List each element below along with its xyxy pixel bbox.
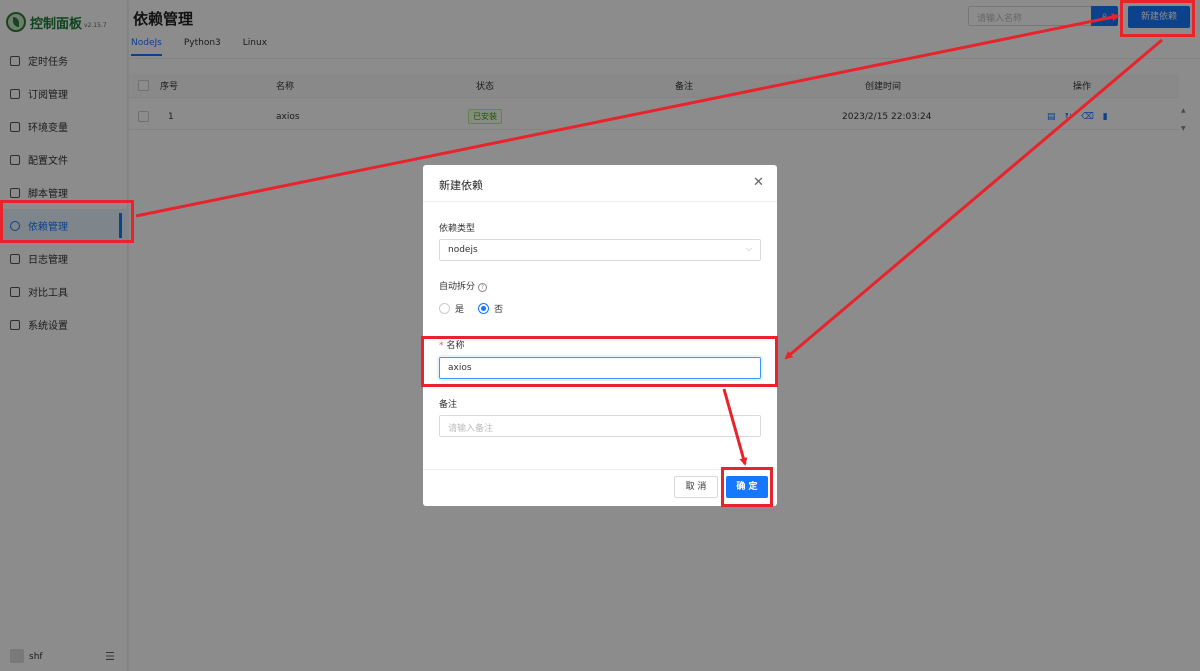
arrow-name-field-to-confirm	[722, 388, 748, 466]
annotation-arrows	[135, 13, 1163, 466]
arrow-sidebar-to-new-button	[135, 13, 1120, 218]
arrow-new-button-to-name-field	[784, 38, 1163, 360]
